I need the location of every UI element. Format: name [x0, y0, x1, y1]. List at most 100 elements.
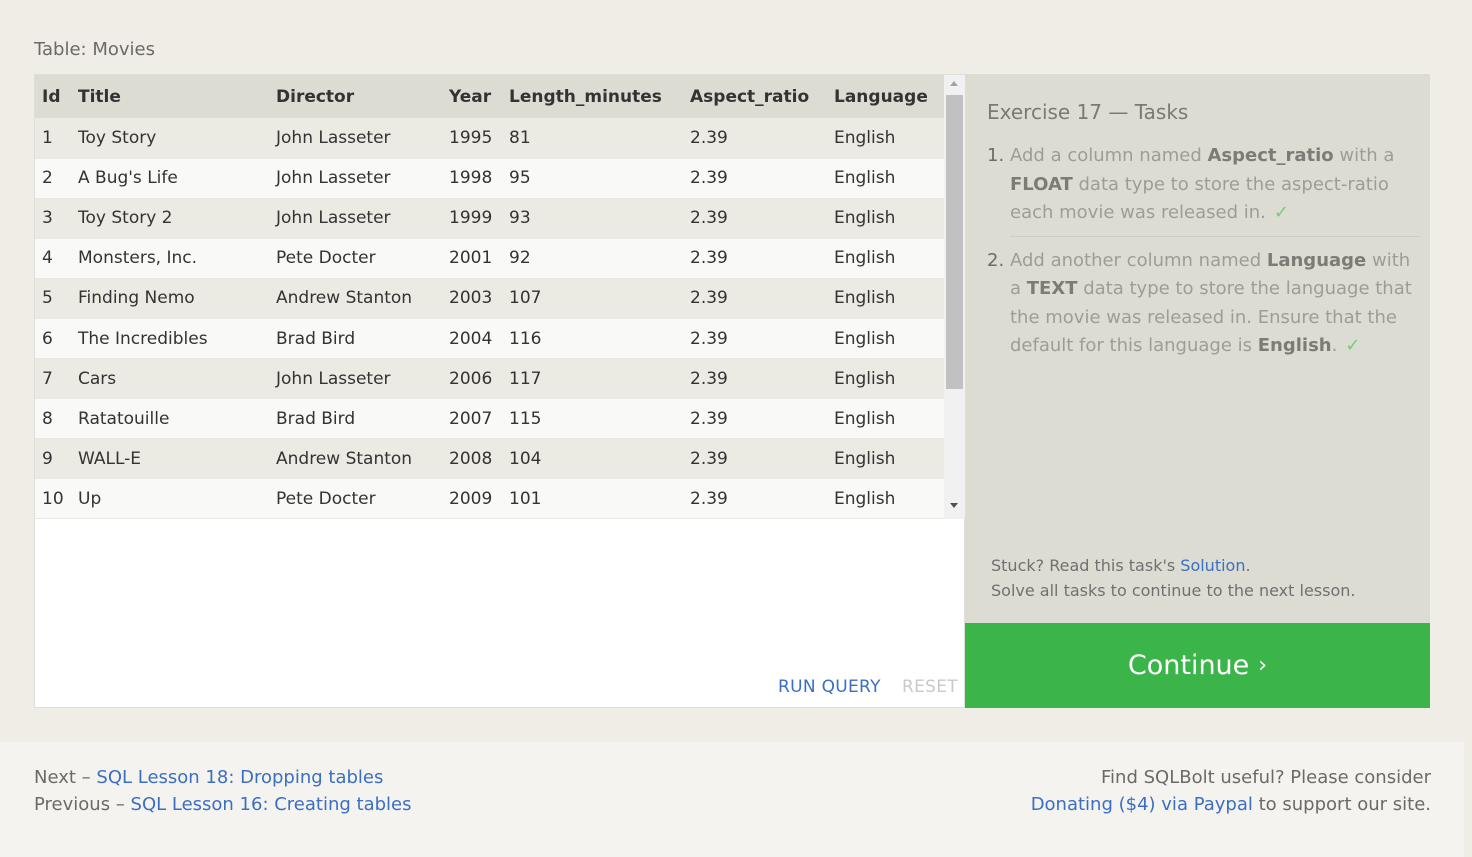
cell-year: 2008	[442, 438, 502, 480]
movies-table: Id Title Director Year Length_minutes As…	[35, 75, 944, 519]
cell-aspect-ratio: 2.39	[683, 318, 827, 360]
cell-director: Brad Bird	[269, 398, 442, 440]
table-row: 1 Toy Story John Lasseter 1995 81 2.39 English	[35, 118, 944, 159]
table-row: 4 Monsters, Inc. Pete Docter 2001 92 2.39 Engl…	[35, 238, 944, 279]
donation-note: Find SQLBolt useful? Please consider Don…	[1031, 764, 1431, 818]
cell-id: 9	[35, 438, 71, 480]
check-icon: ✓	[1273, 202, 1289, 223]
tasks-panel: Exercise 17 — Tasks 1. Add a column name…	[965, 74, 1430, 623]
cell-id: 5	[35, 278, 71, 319]
cell-title: A Bug's Life	[71, 158, 269, 199]
column-header-language: Language	[827, 75, 944, 118]
previous-lesson-link[interactable]: SQL Lesson 16: Creating tables	[131, 794, 412, 815]
cell-director: Pete Docter	[269, 238, 442, 279]
cell-language: English	[827, 398, 944, 440]
results-scroll-area: Id Title Director Year Length_minutes As…	[35, 75, 965, 519]
cell-length-minutes: 116	[502, 318, 683, 360]
cell-director: Pete Docter	[269, 478, 442, 519]
check-icon: ✓	[1345, 335, 1361, 356]
cell-language: English	[827, 478, 944, 519]
column-header-id: Id	[35, 75, 71, 118]
cell-director: John Lasseter	[269, 198, 442, 239]
column-header-year: Year	[442, 75, 502, 118]
table-row: 2A Bug's Life John Lasseter 1998 95 2.39 Engl…	[35, 158, 944, 199]
footer: Next – SQL Lesson 18: Dropping tables Pr…	[0, 742, 1464, 857]
cell-language: English	[827, 118, 944, 159]
cell-year: 2001	[442, 238, 502, 279]
next-lesson-link[interactable]: SQL Lesson 18: Dropping tables	[96, 767, 383, 788]
column-header-title: Title	[71, 75, 269, 118]
cell-title: Monsters, Inc.	[71, 238, 269, 279]
cell-director: Andrew Stanton	[269, 278, 442, 319]
cell-id: 10	[35, 478, 71, 519]
cell-aspect-ratio: 2.39	[683, 158, 827, 199]
solution-link[interactable]: Solution	[1180, 556, 1245, 575]
cell-title: Toy Story 2	[71, 198, 269, 239]
cell-length-minutes: 104	[502, 438, 683, 480]
cell-length-minutes: 81	[502, 118, 683, 159]
lesson-navigation: Next – SQL Lesson 18: Dropping tables Pr…	[34, 764, 412, 818]
previous-lesson-line: Previous – SQL Lesson 16: Creating table…	[34, 794, 412, 815]
continue-button[interactable]: Continue ›	[965, 623, 1430, 708]
donation-prompt: Find SQLBolt useful? Please consider	[1101, 767, 1431, 788]
table-row: 3 Toy Story 2 John Lasseter 1999 93 2.39 Engli…	[35, 198, 944, 239]
cell-language: English	[827, 198, 944, 239]
cell-director: Brad Bird	[269, 318, 442, 360]
cell-director: John Lasseter	[269, 158, 442, 199]
cell-id: 3	[35, 198, 71, 239]
cell-id: 2	[35, 158, 71, 199]
task-item: 1. Add a column named Aspect_ratio with …	[987, 145, 1395, 223]
chevron-right-icon: ›	[1258, 653, 1268, 678]
cell-year: 2003	[442, 278, 502, 319]
cell-length-minutes: 92	[502, 238, 683, 279]
table-row: 5 Finding Nemo Andrew Stanton 2003 107 2.39 En…	[35, 278, 944, 319]
cell-length-minutes: 117	[502, 358, 683, 400]
cell-length-minutes: 95	[502, 158, 683, 199]
donate-link[interactable]: Donating ($4) via Paypal	[1031, 794, 1253, 815]
cell-director: Andrew Stanton	[269, 438, 442, 480]
cell-id: 1	[35, 118, 71, 159]
cell-year: 1999	[442, 198, 502, 239]
cell-aspect-ratio: 2.39	[683, 478, 827, 519]
cell-language: English	[827, 158, 944, 199]
cell-aspect-ratio: 2.39	[683, 358, 827, 400]
stuck-hint: Stuck? Read this task's Solution.	[991, 556, 1251, 575]
task-list: 1. Add a column named Aspect_ratio with …	[987, 142, 1420, 361]
cell-id: 6	[35, 318, 71, 360]
cell-aspect-ratio: 2.39	[683, 198, 827, 239]
table-caption: Table: Movies	[34, 39, 155, 60]
cell-title: Cars	[71, 358, 269, 400]
cell-title: Toy Story	[71, 118, 269, 159]
cell-year: 1995	[442, 118, 502, 159]
cell-aspect-ratio: 2.39	[683, 278, 827, 319]
scroll-down-arrow-icon[interactable]	[950, 503, 958, 508]
cell-title: The Incredibles	[71, 318, 269, 360]
donation-line: Donating ($4) via Paypal to support our …	[1030, 794, 1431, 815]
cell-language: English	[827, 438, 944, 480]
results-scrollbar[interactable]	[944, 75, 965, 519]
reset-button[interactable]: RESET	[902, 677, 958, 697]
scroll-up-arrow-icon[interactable]	[950, 81, 958, 86]
cell-aspect-ratio: 2.39	[683, 118, 827, 159]
task-divider	[1010, 235, 1420, 237]
cell-aspect-ratio: 2.39	[683, 438, 827, 480]
cell-language: English	[827, 318, 944, 360]
cell-length-minutes: 93	[502, 198, 683, 239]
cell-title: Finding Nemo	[71, 278, 269, 319]
task-item: 2. Add another column named Language wit…	[987, 249, 1412, 357]
table-header-row: Id Title Director Year Length_minutes As…	[35, 75, 944, 118]
table-row: 7 Cars John Lasseter 2006 117 2.39 English	[35, 358, 944, 400]
cell-director: John Lasseter	[269, 358, 442, 400]
table-row: 8 Ratatouille Brad Bird 2007 115 2.39 English	[35, 398, 944, 440]
exercise-title: Exercise 17 — Tasks	[987, 100, 1189, 124]
column-header-length-minutes: Length_minutes	[502, 75, 683, 118]
cell-year: 2009	[442, 478, 502, 519]
cell-id: 7	[35, 358, 71, 400]
scrollbar-thumb[interactable]	[946, 95, 963, 389]
cell-aspect-ratio: 2.39	[683, 238, 827, 279]
run-query-button[interactable]: RUN QUERY	[778, 677, 881, 697]
table-row: 9 WALL-E Andrew Stanton 2008 104 2.39 English	[35, 438, 944, 480]
cell-year: 2007	[442, 398, 502, 440]
cell-year: 1998	[442, 158, 502, 199]
column-header-aspect-ratio: Aspect_ratio	[683, 75, 827, 118]
